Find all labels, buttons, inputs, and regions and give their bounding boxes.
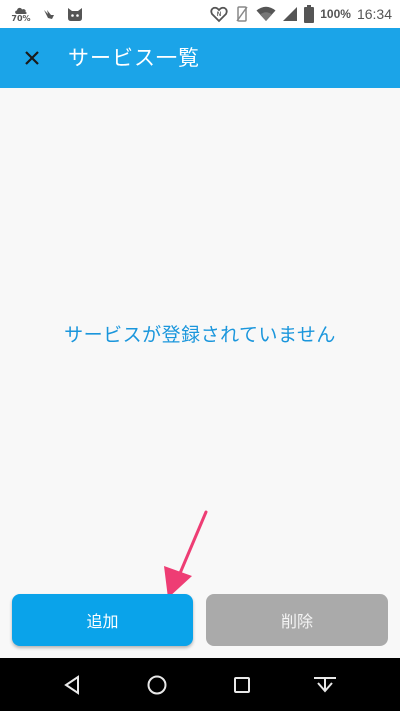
- status-notifications: 70%: [10, 4, 84, 24]
- battery-percent: 100%: [320, 7, 351, 21]
- empty-state-message: サービスが登録されていません: [64, 324, 336, 346]
- bird-icon: [42, 7, 56, 21]
- navigation-bar: [0, 658, 400, 711]
- back-button[interactable]: [57, 670, 87, 700]
- weather-value: 70%: [11, 13, 31, 23]
- svg-text:N: N: [217, 12, 221, 18]
- close-button[interactable]: [14, 38, 50, 78]
- screen: 70% N 100% 16:34 サービス一覧 サービスが登録されていません 追…: [0, 0, 400, 711]
- status-bar: 70% N 100% 16:34: [0, 0, 400, 28]
- home-icon: [147, 675, 167, 695]
- recents-button[interactable]: [227, 670, 257, 700]
- page-title: サービス一覧: [68, 46, 200, 70]
- wifi-icon: [256, 6, 276, 22]
- back-icon: [64, 675, 79, 695]
- cat-app-icon: [66, 6, 84, 22]
- app-bar: サービス一覧: [0, 28, 400, 88]
- nfc-icon: N: [210, 5, 228, 23]
- add-button[interactable]: 追加: [12, 594, 193, 646]
- recents-icon: [234, 677, 250, 693]
- battery-icon: [304, 5, 315, 23]
- delete-button[interactable]: 削除: [206, 594, 388, 646]
- service-list: サービスが登録されていません: [0, 88, 400, 658]
- signal-icon: [282, 6, 298, 22]
- clock: 16:34: [356, 6, 392, 22]
- status-system: N 100% 16:34: [210, 0, 392, 28]
- notification-pulldown-icon: [314, 677, 336, 693]
- weather-cloud-icon: 70%: [10, 4, 32, 24]
- close-icon: [25, 51, 39, 65]
- vibrate-icon: [234, 5, 250, 23]
- notification-pulldown-button[interactable]: [310, 670, 340, 700]
- home-button[interactable]: [142, 670, 172, 700]
